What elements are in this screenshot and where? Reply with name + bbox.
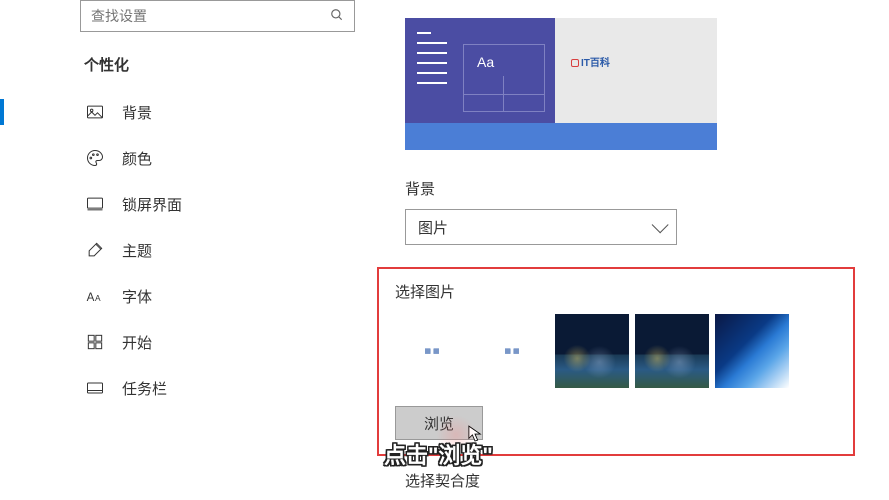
watermark: IT百科: [571, 54, 610, 69]
background-label: 背景: [405, 178, 859, 199]
nav-item-start[interactable]: 开始: [70, 319, 375, 365]
section-title: 个性化: [70, 44, 375, 89]
thumb-5[interactable]: [715, 314, 789, 388]
browse-button[interactable]: 浏览: [395, 406, 483, 440]
preview-area: Aa IT百科: [405, 18, 859, 150]
brush-icon: [84, 239, 106, 261]
thumb-2[interactable]: ▦ ▦: [475, 314, 549, 388]
nav-label: 背景: [122, 102, 152, 123]
preview-aa-text: Aa: [477, 54, 494, 70]
nav-label: 字体: [122, 286, 152, 307]
nav-label: 主题: [122, 240, 152, 261]
main-content: Aa IT百科 背景 图片 选择图片 ▦ ▦ ▦ ▦ 浏览: [375, 0, 889, 500]
settings-sidebar: 个性化 背景 颜色 锁屏界面: [0, 0, 375, 500]
nav-label: 锁屏界面: [122, 194, 182, 215]
thumb-3[interactable]: [555, 314, 629, 388]
background-select[interactable]: 图片: [405, 209, 677, 245]
nav-item-colors[interactable]: 颜色: [70, 135, 375, 181]
picture-icon: [84, 101, 106, 123]
preview-window: Aa: [405, 18, 555, 123]
chevron-down-icon: [652, 216, 669, 233]
thumb-4[interactable]: [635, 314, 709, 388]
search-input[interactable]: [91, 8, 330, 24]
choose-picture-label: 选择图片: [395, 281, 837, 302]
palette-icon: [84, 147, 106, 169]
nav-item-taskbar[interactable]: 任务栏: [70, 365, 375, 411]
svg-text:A: A: [87, 291, 95, 304]
preview-taskbar: [405, 123, 717, 150]
nav-item-background[interactable]: 背景: [70, 89, 375, 135]
nav-label: 颜色: [122, 148, 152, 169]
select-value: 图片: [418, 217, 448, 238]
instruction-caption: 点击"浏览": [384, 438, 493, 470]
monitor-icon: [84, 193, 106, 215]
taskbar-icon: [84, 377, 106, 399]
nav-item-themes[interactable]: 主题: [70, 227, 375, 273]
nav-list: 背景 颜色 锁屏界面 主题: [0, 89, 375, 411]
font-icon: AA: [84, 285, 106, 307]
fit-label: 选择契合度: [405, 470, 859, 491]
thumb-1[interactable]: ▦ ▦: [395, 314, 469, 388]
choose-picture-highlight: 选择图片 ▦ ▦ ▦ ▦ 浏览: [377, 267, 855, 456]
search-box[interactable]: [80, 0, 355, 32]
nav-item-lockscreen[interactable]: 锁屏界面: [70, 181, 375, 227]
svg-text:A: A: [95, 293, 101, 303]
start-icon: [84, 331, 106, 353]
nav-label: 开始: [122, 332, 152, 353]
browse-label: 浏览: [424, 413, 454, 434]
picture-thumbnails: ▦ ▦ ▦ ▦: [395, 314, 837, 388]
desktop-preview: Aa IT百科: [405, 18, 717, 150]
nav-item-fonts[interactable]: AA 字体: [70, 273, 375, 319]
nav-label: 任务栏: [122, 378, 167, 399]
search-icon: [330, 8, 344, 25]
